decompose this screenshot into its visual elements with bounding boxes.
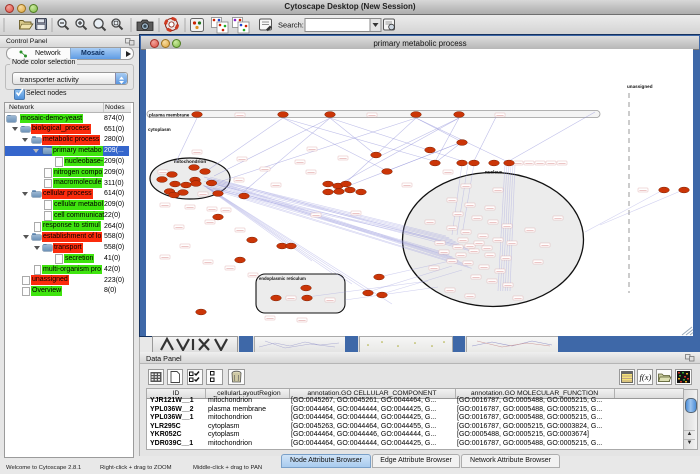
svg-text:mitochondrion: mitochondrion	[174, 159, 206, 164]
svg-text:plasma membrane: plasma membrane	[149, 112, 190, 117]
svg-text:Search:: Search:	[278, 21, 304, 30]
svg-text:endoplasmic reticulum: endoplasmic reticulum	[259, 276, 306, 281]
svg-text:f(x): f(x)	[640, 372, 652, 382]
svg-text:nucleus: nucleus	[485, 170, 503, 175]
svg-text:unassigned: unassigned	[627, 84, 653, 89]
svg-text:cytoplasm: cytoplasm	[148, 127, 171, 132]
